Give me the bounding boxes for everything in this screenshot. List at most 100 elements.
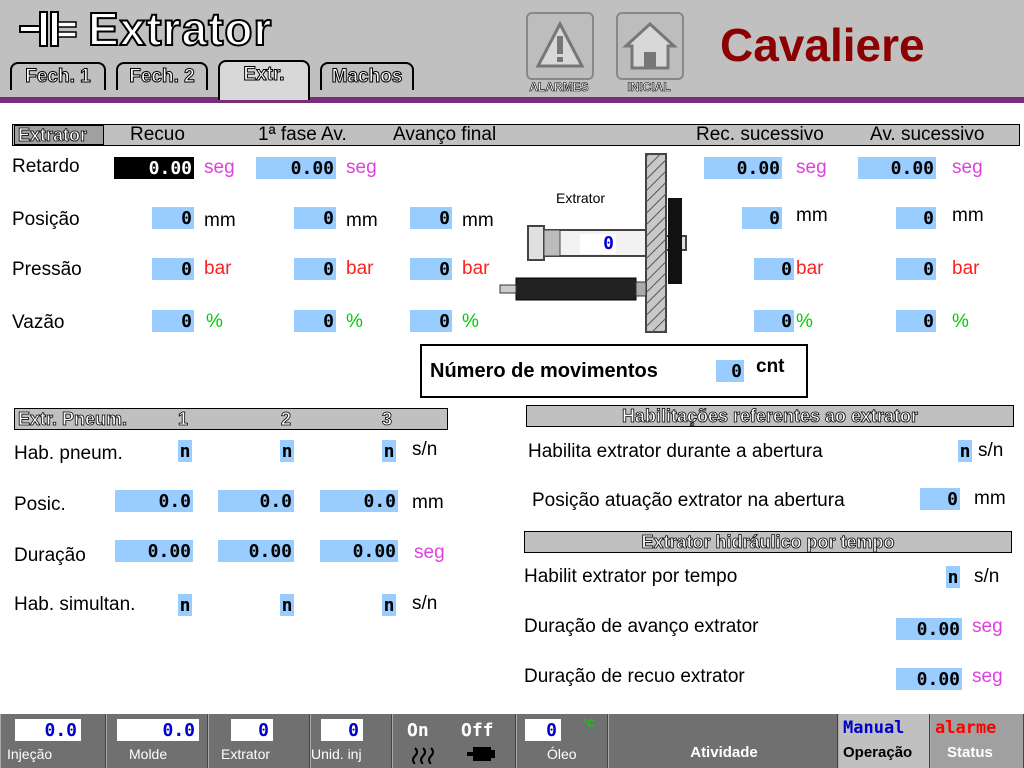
footer-atividade: Atividade bbox=[608, 714, 838, 768]
pneum-col-3: 3 bbox=[382, 409, 393, 430]
oleo-label: Óleo bbox=[547, 746, 577, 762]
movimentos-label: Número de movimentos bbox=[430, 360, 658, 382]
posicao-recuo-unit: mm bbox=[204, 210, 236, 231]
footer-heater: On Off bbox=[392, 714, 516, 768]
hab-simultan-label: Hab. simultan. bbox=[14, 594, 136, 615]
retardo-av-suc-unit: seg bbox=[952, 157, 983, 178]
vazao-av-suc-field[interactable]: 0 bbox=[896, 310, 936, 332]
footer-molde: 0.0 Molde bbox=[106, 714, 208, 768]
duracao-1-field[interactable]: 0.00 bbox=[115, 540, 193, 562]
posicao-av-suc-unit: mm bbox=[952, 205, 984, 226]
vazao-fase1-unit: % bbox=[346, 311, 363, 332]
hab-pneum-2-field[interactable]: n bbox=[280, 440, 294, 462]
pressao-fase1-field[interactable]: 0 bbox=[294, 258, 336, 280]
hab-abertura-unit: s/n bbox=[978, 440, 1004, 461]
pressao-av-suc-unit: bar bbox=[952, 258, 980, 279]
retardo-recuo-unit: seg bbox=[204, 157, 235, 178]
warning-icon bbox=[535, 20, 585, 68]
hab-pneum-label: Hab. pneum. bbox=[14, 443, 123, 464]
pos-abertura-label: Posição atuação extrator na abertura bbox=[532, 490, 845, 511]
heater-icon bbox=[412, 747, 434, 764]
dur-recuo-label: Duração de recuo extrator bbox=[524, 666, 745, 687]
pressao-recuo-unit: bar bbox=[204, 258, 232, 279]
diagram-position-value: 0 bbox=[580, 234, 616, 254]
tab-fech-2[interactable]: Fech. 2 bbox=[116, 62, 208, 90]
extrator-section-title: Extrator bbox=[18, 125, 88, 146]
extrator-footer-label: Extrator bbox=[221, 746, 271, 762]
posic-2-field[interactable]: 0.0 bbox=[218, 490, 294, 512]
pressao-label: Pressão bbox=[12, 259, 82, 280]
mold-icon bbox=[19, 11, 77, 47]
page-title: Extrator bbox=[87, 2, 273, 56]
pressao-final-field[interactable]: 0 bbox=[410, 258, 452, 280]
hab-abertura-field[interactable]: n bbox=[958, 440, 972, 462]
pressao-rec-suc-unit: bar bbox=[796, 258, 824, 279]
posic-3-field[interactable]: 0.0 bbox=[320, 490, 398, 512]
header-divider bbox=[0, 97, 1024, 103]
atividade-label: Atividade bbox=[690, 744, 758, 761]
footer-operacao[interactable]: Manual Operação bbox=[838, 714, 930, 768]
hab-simultan-unit: s/n bbox=[412, 593, 438, 614]
duracao-2-field[interactable]: 0.00 bbox=[218, 540, 294, 562]
pressao-fase1-unit: bar bbox=[346, 258, 374, 279]
home-button[interactable] bbox=[616, 12, 684, 80]
retardo-rec-suc-field[interactable]: 0.00 bbox=[704, 157, 782, 179]
vazao-recuo-field[interactable]: 0 bbox=[152, 310, 194, 332]
posicao-fase1-unit: mm bbox=[346, 210, 378, 231]
duracao-3-field[interactable]: 0.00 bbox=[320, 540, 398, 562]
hab-simultan-1-field[interactable]: n bbox=[178, 594, 192, 616]
vazao-label: Vazão bbox=[12, 312, 65, 333]
pressao-rec-suc-field[interactable]: 0 bbox=[754, 258, 794, 280]
posicao-rec-suc-unit: mm bbox=[796, 205, 828, 226]
retardo-rec-suc-unit: seg bbox=[796, 157, 827, 178]
hab-simultan-2-field[interactable]: n bbox=[280, 594, 294, 616]
vazao-rec-suc-unit: % bbox=[796, 311, 813, 332]
posicao-recuo-field[interactable]: 0 bbox=[152, 207, 194, 229]
retardo-fase1-field[interactable]: 0.00 bbox=[256, 157, 336, 179]
injecao-value: 0.0 bbox=[15, 719, 81, 741]
home-icon bbox=[622, 21, 678, 70]
vazao-fase1-field[interactable]: 0 bbox=[294, 310, 336, 332]
pressao-av-suc-field[interactable]: 0 bbox=[896, 258, 936, 280]
hab-tempo-unit: s/n bbox=[974, 566, 1000, 587]
posicao-rec-suc-field[interactable]: 0 bbox=[742, 207, 782, 229]
footer-status[interactable]: alarme Status bbox=[930, 714, 1024, 768]
pneum-col-1: 1 bbox=[178, 409, 189, 430]
motor-off-label: Off bbox=[461, 720, 494, 741]
footer-injecao: 0.0 Injeção bbox=[0, 714, 106, 768]
alarms-button[interactable] bbox=[526, 12, 594, 80]
hab-pneum-1-field[interactable]: n bbox=[178, 440, 192, 462]
posicao-av-suc-field[interactable]: 0 bbox=[896, 207, 936, 229]
posicao-fase1-field[interactable]: 0 bbox=[294, 207, 336, 229]
retardo-av-suc-field[interactable]: 0.00 bbox=[858, 157, 936, 179]
status-label: Status bbox=[947, 744, 993, 761]
vazao-final-field[interactable]: 0 bbox=[410, 310, 452, 332]
vazao-rec-suc-field[interactable]: 0 bbox=[754, 310, 794, 332]
tab-extr[interactable]: Extr. bbox=[218, 60, 310, 100]
hab-simultan-3-field[interactable]: n bbox=[382, 594, 396, 616]
operacao-mode: Manual bbox=[843, 718, 905, 738]
retardo-label: Retardo bbox=[12, 156, 80, 177]
posicao-final-field[interactable]: 0 bbox=[410, 207, 452, 229]
pos-abertura-field[interactable]: 0 bbox=[920, 488, 960, 510]
pressao-recuo-field[interactable]: 0 bbox=[152, 258, 194, 280]
posic-1-field[interactable]: 0.0 bbox=[115, 490, 193, 512]
posicao-final-unit: mm bbox=[462, 210, 494, 231]
retardo-recuo-field[interactable]: 0.00 bbox=[114, 157, 194, 179]
movimentos-field[interactable]: 0 bbox=[716, 360, 744, 382]
footer-unid-inj: 0 Unid. inj bbox=[310, 714, 392, 768]
col-fase1: 1ª fase Av. bbox=[258, 124, 347, 145]
dur-recuo-unit: seg bbox=[972, 666, 1003, 687]
dur-recuo-field[interactable]: 0.00 bbox=[896, 668, 962, 690]
tab-machos[interactable]: Machos bbox=[320, 62, 414, 90]
pneum-section-title: Extr. Pneum. bbox=[18, 409, 128, 430]
motor-icon bbox=[467, 747, 495, 761]
duracao-unit: seg bbox=[414, 542, 445, 563]
tab-fech-1[interactable]: Fech. 1 bbox=[10, 62, 106, 90]
hab-pneum-3-field[interactable]: n bbox=[382, 440, 396, 462]
vazao-final-unit: % bbox=[462, 311, 479, 332]
dur-avanco-field[interactable]: 0.00 bbox=[896, 618, 962, 640]
vazao-recuo-unit: % bbox=[206, 311, 223, 332]
hab-tempo-field[interactable]: n bbox=[946, 566, 960, 588]
footer-extrator: 0 Extrator bbox=[208, 714, 310, 768]
